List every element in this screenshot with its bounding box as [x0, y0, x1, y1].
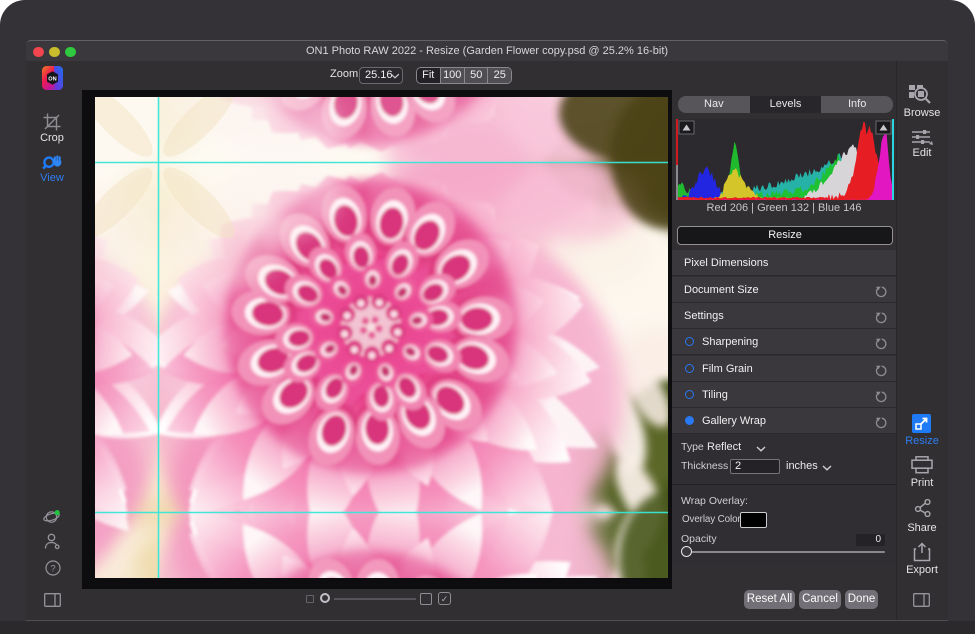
svg-text:ON: ON — [48, 76, 56, 82]
svg-text:?: ? — [50, 564, 55, 575]
